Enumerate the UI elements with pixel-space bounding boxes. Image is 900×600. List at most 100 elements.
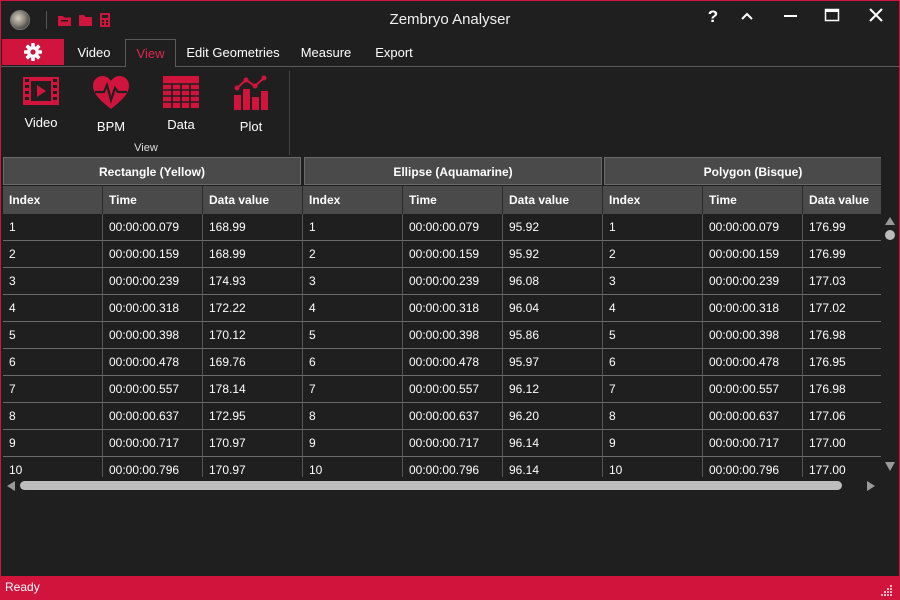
tab-export[interactable]: Export [368, 39, 420, 66]
table-row[interactable]: 10 00:00:00.796 170.97 10 00:00:00.796 96.14 1… [3, 457, 881, 477]
tab-video[interactable]: Video [68, 39, 120, 66]
horizontal-scroll-thumb[interactable] [20, 481, 842, 490]
cell-polygon-index[interactable]: 8 [603, 403, 703, 429]
cell-rectangle-index[interactable]: 7 [3, 376, 103, 402]
group-header-ellipse[interactable]: Ellipse (Aquamarine) [304, 157, 602, 185]
cell-polygon-time[interactable]: 00:00:00.159 [703, 241, 803, 267]
cell-polygon-time[interactable]: 00:00:00.239 [703, 268, 803, 294]
cell-ellipse-data-value[interactable]: 95.92 [503, 214, 603, 240]
table-row[interactable]: 9 00:00:00.717 170.97 9 00:00:00.717 96.14 9 00… [3, 430, 881, 457]
view-video-button[interactable]: Video [11, 75, 71, 139]
cell-rectangle-data-value[interactable]: 168.99 [203, 241, 303, 267]
cell-ellipse-time[interactable]: 00:00:00.159 [403, 241, 503, 267]
column-header-ellipse-time[interactable]: Time [403, 186, 503, 214]
table-row[interactable]: 7 00:00:00.557 178.14 7 00:00:00.557 96.12 7 00… [3, 376, 881, 403]
table-row[interactable]: 2 00:00:00.159 168.99 2 00:00:00.159 95.92 2 00… [3, 241, 881, 268]
cell-polygon-index[interactable]: 9 [603, 430, 703, 456]
column-header-ellipse-data-value[interactable]: Data value [503, 186, 603, 214]
maximize-icon[interactable] [817, 5, 847, 31]
vertical-scroll-thumb[interactable] [885, 230, 895, 240]
table-row[interactable]: 3 00:00:00.239 174.93 3 00:00:00.239 96.08 3 00… [3, 268, 881, 295]
cell-ellipse-index[interactable]: 5 [303, 322, 403, 348]
cell-polygon-data-value[interactable]: 176.98 [803, 376, 881, 402]
cell-ellipse-index[interactable]: 8 [303, 403, 403, 429]
cell-ellipse-time[interactable]: 00:00:00.637 [403, 403, 503, 429]
table-row[interactable]: 6 00:00:00.478 169.76 6 00:00:00.478 95.97 6 00… [3, 349, 881, 376]
cell-ellipse-index[interactable]: 3 [303, 268, 403, 294]
column-header-polygon-time[interactable]: Time [703, 186, 803, 214]
cell-polygon-data-value[interactable]: 177.03 [803, 268, 881, 294]
cell-rectangle-time[interactable]: 00:00:00.079 [103, 214, 203, 240]
view-plot-button[interactable]: Plot [221, 75, 281, 139]
table-row[interactable]: 4 00:00:00.318 172.22 4 00:00:00.318 96.04 4 00… [3, 295, 881, 322]
cell-polygon-index[interactable]: 10 [603, 457, 703, 477]
cell-rectangle-data-value[interactable]: 168.99 [203, 214, 303, 240]
cell-rectangle-data-value[interactable]: 170.97 [203, 457, 303, 477]
cell-rectangle-time[interactable]: 00:00:00.557 [103, 376, 203, 402]
cell-polygon-data-value[interactable]: 177.00 [803, 457, 881, 477]
cell-polygon-time[interactable]: 00:00:00.637 [703, 403, 803, 429]
column-header-rectangle-data-value[interactable]: Data value [203, 186, 303, 214]
cell-rectangle-index[interactable]: 3 [3, 268, 103, 294]
cell-ellipse-data-value[interactable]: 96.14 [503, 457, 603, 477]
cell-rectangle-time[interactable]: 00:00:00.717 [103, 430, 203, 456]
cell-polygon-time[interactable]: 00:00:00.796 [703, 457, 803, 477]
cell-rectangle-data-value[interactable]: 172.22 [203, 295, 303, 321]
cell-ellipse-time[interactable]: 00:00:00.557 [403, 376, 503, 402]
cell-polygon-time[interactable]: 00:00:00.079 [703, 214, 803, 240]
help-button[interactable]: ? [698, 5, 728, 31]
cell-polygon-index[interactable]: 6 [603, 349, 703, 375]
resize-grip-icon[interactable] [881, 584, 893, 596]
cell-polygon-time[interactable]: 00:00:00.398 [703, 322, 803, 348]
cell-ellipse-time[interactable]: 00:00:00.079 [403, 214, 503, 240]
close-icon[interactable] [861, 5, 891, 31]
scroll-left-icon[interactable] [7, 481, 15, 491]
cell-rectangle-time[interactable]: 00:00:00.398 [103, 322, 203, 348]
cell-rectangle-time[interactable]: 00:00:00.478 [103, 349, 203, 375]
cell-ellipse-index[interactable]: 1 [303, 214, 403, 240]
cell-polygon-data-value[interactable]: 177.02 [803, 295, 881, 321]
cell-ellipse-data-value[interactable]: 96.14 [503, 430, 603, 456]
cell-rectangle-time[interactable]: 00:00:00.637 [103, 403, 203, 429]
cell-polygon-index[interactable]: 7 [603, 376, 703, 402]
cell-ellipse-data-value[interactable]: 96.04 [503, 295, 603, 321]
cell-rectangle-index[interactable]: 10 [3, 457, 103, 477]
cell-ellipse-time[interactable]: 00:00:00.318 [403, 295, 503, 321]
horizontal-scrollbar[interactable] [3, 479, 881, 493]
cell-polygon-data-value[interactable]: 177.00 [803, 430, 881, 456]
tab-measure[interactable]: Measure [295, 39, 357, 66]
cell-ellipse-index[interactable]: 9 [303, 430, 403, 456]
scroll-right-icon[interactable] [867, 481, 875, 491]
collapse-ribbon-icon[interactable] [733, 5, 763, 31]
cell-ellipse-index[interactable]: 7 [303, 376, 403, 402]
tab-view[interactable]: View [125, 39, 176, 67]
cell-rectangle-index[interactable]: 2 [3, 241, 103, 267]
cell-ellipse-data-value[interactable]: 96.12 [503, 376, 603, 402]
cell-ellipse-data-value[interactable]: 95.86 [503, 322, 603, 348]
cell-ellipse-data-value[interactable]: 96.20 [503, 403, 603, 429]
cell-polygon-data-value[interactable]: 176.99 [803, 214, 881, 240]
cell-polygon-index[interactable]: 5 [603, 322, 703, 348]
group-header-polygon[interactable]: Polygon (Bisque) [604, 157, 881, 185]
cell-rectangle-index[interactable]: 5 [3, 322, 103, 348]
cell-ellipse-index[interactable]: 10 [303, 457, 403, 477]
tab-edit-geometries[interactable]: Edit Geometries [183, 39, 283, 66]
cell-ellipse-time[interactable]: 00:00:00.796 [403, 457, 503, 477]
cell-polygon-data-value[interactable]: 176.95 [803, 349, 881, 375]
cell-polygon-data-value[interactable]: 176.98 [803, 322, 881, 348]
cell-rectangle-data-value[interactable]: 178.14 [203, 376, 303, 402]
view-bpm-button[interactable]: BPM [81, 75, 141, 139]
cell-ellipse-data-value[interactable]: 95.92 [503, 241, 603, 267]
minimize-icon[interactable] [776, 5, 806, 31]
cell-polygon-index[interactable]: 3 [603, 268, 703, 294]
cell-ellipse-time[interactable]: 00:00:00.478 [403, 349, 503, 375]
cell-rectangle-data-value[interactable]: 169.76 [203, 349, 303, 375]
cell-rectangle-data-value[interactable]: 170.12 [203, 322, 303, 348]
cell-polygon-data-value[interactable]: 177.06 [803, 403, 881, 429]
app-menu-button[interactable] [2, 39, 64, 65]
cell-ellipse-index[interactable]: 2 [303, 241, 403, 267]
column-header-rectangle-time[interactable]: Time [103, 186, 203, 214]
group-header-rectangle[interactable]: Rectangle (Yellow) [3, 157, 301, 185]
cell-polygon-index[interactable]: 4 [603, 295, 703, 321]
cell-rectangle-index[interactable]: 9 [3, 430, 103, 456]
